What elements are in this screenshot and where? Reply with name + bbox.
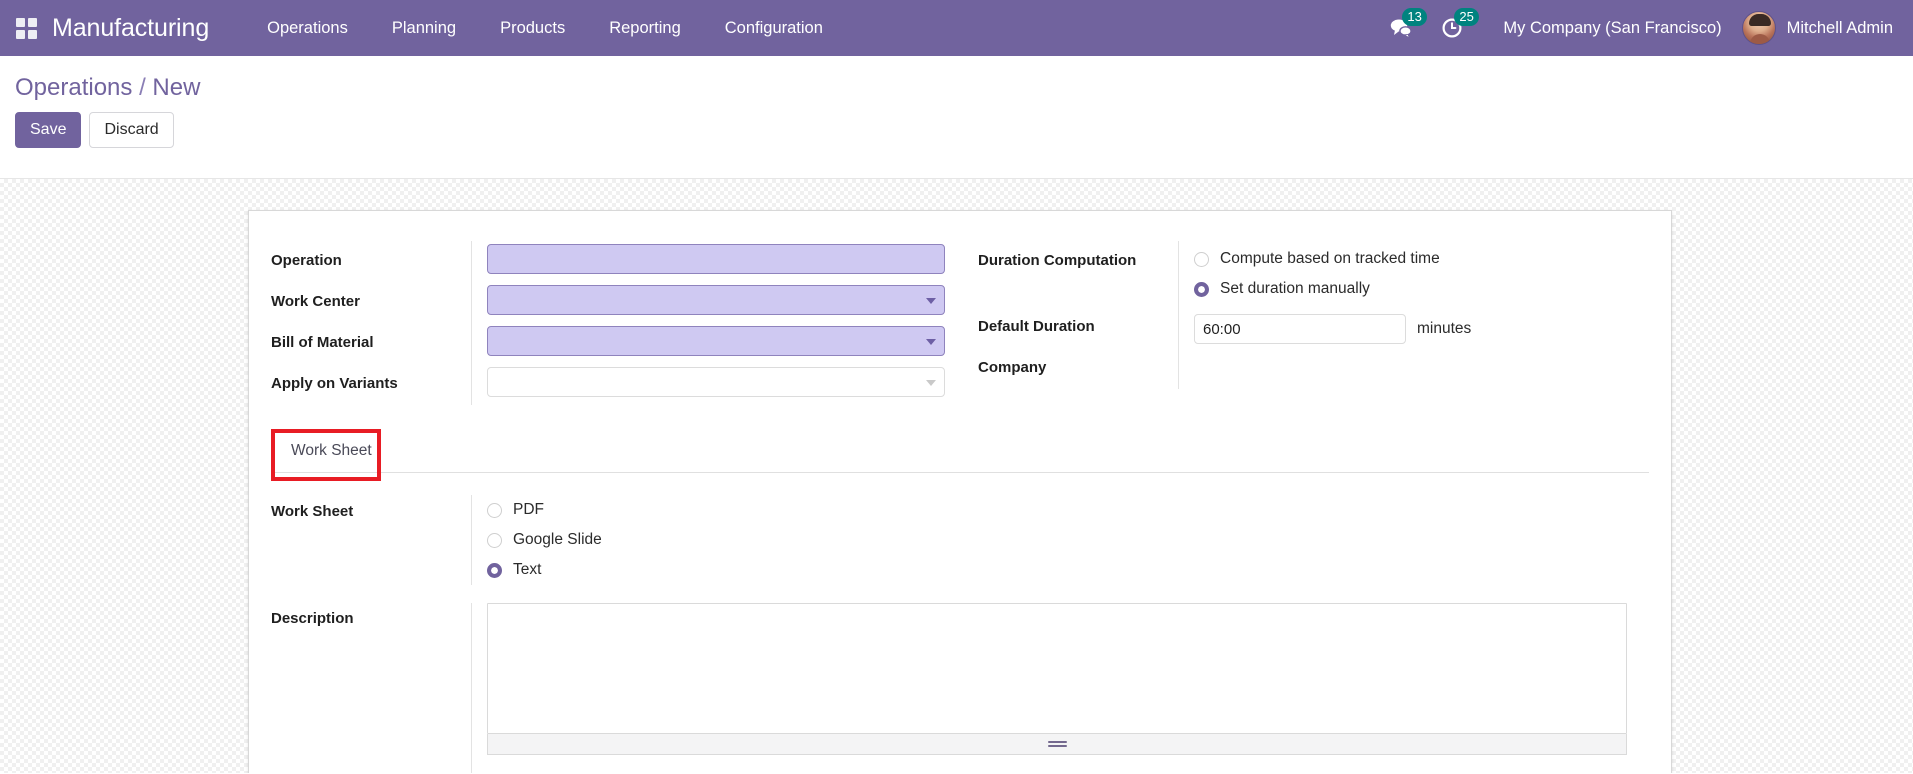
default-duration-label: Default Duration: [978, 318, 1095, 335]
discard-button[interactable]: Discard: [89, 112, 174, 148]
top-navbar: Manufacturing Operations Planning Produc…: [0, 0, 1913, 56]
form-background: Operation Work Center Bill of Material A…: [0, 179, 1913, 773]
control-panel: Operations / New Save Discard: [0, 56, 1913, 179]
apps-grid-square: [15, 29, 25, 39]
work-sheet-options: PDF Google Slide Text: [471, 495, 1649, 585]
apply-on-variants-value-cell: [471, 364, 945, 405]
radio-compute-based-on-tracked-time[interactable]: Compute based on tracked time: [1194, 244, 1649, 274]
company-switcher[interactable]: My Company (San Francisco): [1477, 19, 1741, 38]
default-duration-value-cell: minutes: [1178, 307, 1649, 348]
breadcrumb: Operations / New: [0, 66, 1913, 102]
record-action-buttons: Save Discard: [0, 102, 1913, 148]
radio-icon-unselected: [1194, 251, 1209, 267]
radio-label: Google Slide: [513, 531, 602, 548]
operation-value-cell: [471, 241, 945, 282]
company-value-cell: [1178, 348, 1649, 389]
tab-work-sheet[interactable]: Work Sheet: [271, 429, 392, 472]
apps-grid-icon: [15, 17, 37, 39]
apps-menu-button[interactable]: [0, 0, 52, 56]
apps-grid-square: [15, 17, 25, 27]
field-default-duration: Default Duration minutes: [978, 307, 1649, 348]
duration-computation-label: Duration Computation: [978, 252, 1137, 269]
radio-icon-unselected: [487, 502, 502, 518]
work-center-label: Work Center: [271, 293, 360, 310]
apply-on-variants-select-wrap: [487, 367, 945, 397]
menu-item-planning[interactable]: Planning: [370, 0, 478, 56]
app-brand-title[interactable]: Manufacturing: [52, 14, 245, 43]
field-operation: Operation: [271, 241, 945, 282]
default-duration-unit-label: minutes: [1417, 320, 1472, 337]
radio-icon-unselected: [487, 532, 502, 548]
apps-grid-square: [27, 17, 37, 27]
field-work-center: Work Center: [271, 282, 945, 323]
menu-item-reporting[interactable]: Reporting: [587, 0, 703, 56]
user-name-label: Mitchell Admin: [1786, 18, 1893, 37]
activities-count-badge: 25: [1454, 8, 1479, 26]
radio-work-sheet-pdf[interactable]: PDF: [487, 495, 1649, 525]
radio-label: Compute based on tracked time: [1220, 250, 1440, 267]
bill-of-material-select-wrap: [487, 326, 945, 356]
operation-label: Operation: [271, 252, 342, 269]
menu-item-products[interactable]: Products: [478, 0, 587, 56]
activities-button[interactable]: 25: [1441, 8, 1479, 39]
description-editor[interactable]: [487, 603, 1627, 734]
radio-label: Text: [513, 561, 542, 578]
radio-icon-selected: [1194, 281, 1209, 297]
radio-icon-selected: [487, 562, 502, 578]
operation-input[interactable]: [487, 244, 945, 274]
breadcrumb-item-current: New: [152, 74, 201, 101]
main-menu: Operations Planning Products Reporting C…: [245, 0, 845, 56]
radio-work-sheet-text[interactable]: Text: [487, 555, 1649, 585]
menu-item-operations[interactable]: Operations: [245, 0, 370, 56]
radio-set-duration-manually[interactable]: Set duration manually: [1194, 274, 1649, 304]
company-label: Company: [978, 359, 1047, 376]
apply-on-variants-input[interactable]: [487, 367, 945, 397]
description-value-cell: [471, 603, 1649, 773]
user-menu[interactable]: Mitchell Admin: [1741, 11, 1893, 45]
field-bill-of-material: Bill of Material: [271, 323, 945, 364]
description-resize-handle[interactable]: [487, 734, 1627, 755]
field-duration-computation: Duration Computation Compute based on tr…: [978, 241, 1649, 307]
bill-of-material-value-cell: [471, 323, 945, 364]
messages-count-badge: 13: [1402, 8, 1427, 26]
resize-grip-icon: [1047, 741, 1067, 747]
apply-on-variants-label: Apply on Variants: [271, 375, 398, 392]
notebook-page-work-sheet: Work Sheet PDF Google Slide Text Descrip…: [271, 473, 1649, 773]
bill-of-material-input[interactable]: [487, 326, 945, 356]
notebook-tabs: Work Sheet: [271, 429, 1649, 481]
description-label: Description: [271, 610, 354, 627]
form-column-right: Duration Computation Compute based on tr…: [960, 241, 1649, 405]
breadcrumb-item-operations[interactable]: Operations: [15, 74, 132, 101]
form-columns: Operation Work Center Bill of Material A…: [271, 241, 1649, 423]
bill-of-material-label: Bill of Material: [271, 334, 374, 351]
field-apply-on-variants: Apply on Variants: [271, 364, 945, 405]
field-work-sheet-type: Work Sheet PDF Google Slide Text: [271, 495, 1649, 585]
radio-label: Set duration manually: [1220, 280, 1370, 297]
breadcrumb-separator: /: [139, 74, 146, 101]
work-sheet-label: Work Sheet: [271, 503, 354, 520]
work-center-value-cell: [471, 282, 945, 323]
radio-work-sheet-google-slide[interactable]: Google Slide: [487, 525, 1649, 555]
default-duration-input[interactable]: [1194, 314, 1406, 344]
navbar-right-section: 13 25 My Company (San Francisco) Mitchel…: [1375, 0, 1913, 56]
save-button[interactable]: Save: [15, 112, 82, 148]
default-duration-line: minutes: [1194, 310, 1649, 344]
menu-item-configuration[interactable]: Configuration: [703, 0, 845, 56]
duration-computation-value-cell: Compute based on tracked time Set durati…: [1178, 241, 1649, 307]
apps-grid-square: [27, 29, 37, 39]
work-center-select-wrap: [487, 285, 945, 315]
form-column-left: Operation Work Center Bill of Material A…: [271, 241, 960, 405]
field-description: Description: [271, 603, 1649, 773]
work-center-input[interactable]: [487, 285, 945, 315]
field-company: Company: [978, 348, 1649, 389]
messages-button[interactable]: 13: [1389, 8, 1427, 39]
radio-label: PDF: [513, 501, 544, 518]
form-sheet: Operation Work Center Bill of Material A…: [248, 210, 1672, 773]
avatar: [1741, 11, 1776, 45]
